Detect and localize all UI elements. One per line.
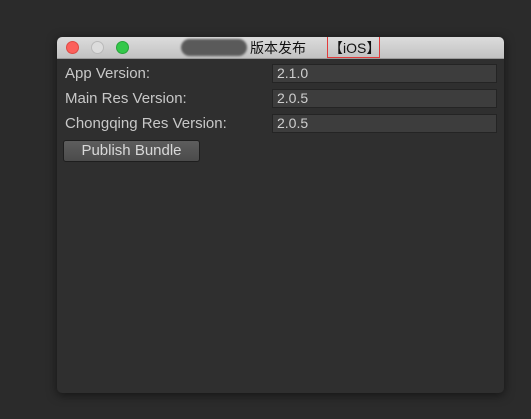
window-title: 版本发布: [250, 40, 306, 56]
app-version-field[interactable]: 2.1.0: [272, 64, 497, 83]
main-res-version-row: Main Res Version: 2.0.5: [57, 89, 504, 109]
main-res-version-field[interactable]: 2.0.5: [272, 89, 497, 108]
main-res-version-label: Main Res Version:: [65, 90, 187, 107]
minimize-window-button[interactable]: [91, 41, 104, 54]
redacted-title-blur: [181, 39, 247, 56]
maximize-window-button[interactable]: [116, 41, 129, 54]
close-window-button[interactable]: [66, 41, 79, 54]
publish-bundle-button[interactable]: Publish Bundle: [63, 140, 200, 162]
chongqing-res-version-row: Chongqing Res Version: 2.0.5: [57, 114, 504, 134]
app-version-label: App Version:: [65, 65, 151, 82]
annotation-highlight-box: [327, 37, 380, 58]
chongqing-res-version-field[interactable]: 2.0.5: [272, 114, 497, 133]
app-version-row: App Version: 2.1.0: [57, 64, 504, 84]
title-bar[interactable]: 版本发布 【iOS】: [57, 37, 504, 59]
publish-window: 版本发布 【iOS】 App Version: 2.1.0 Main Res V…: [57, 37, 504, 393]
chongqing-res-version-label: Chongqing Res Version:: [65, 115, 227, 132]
